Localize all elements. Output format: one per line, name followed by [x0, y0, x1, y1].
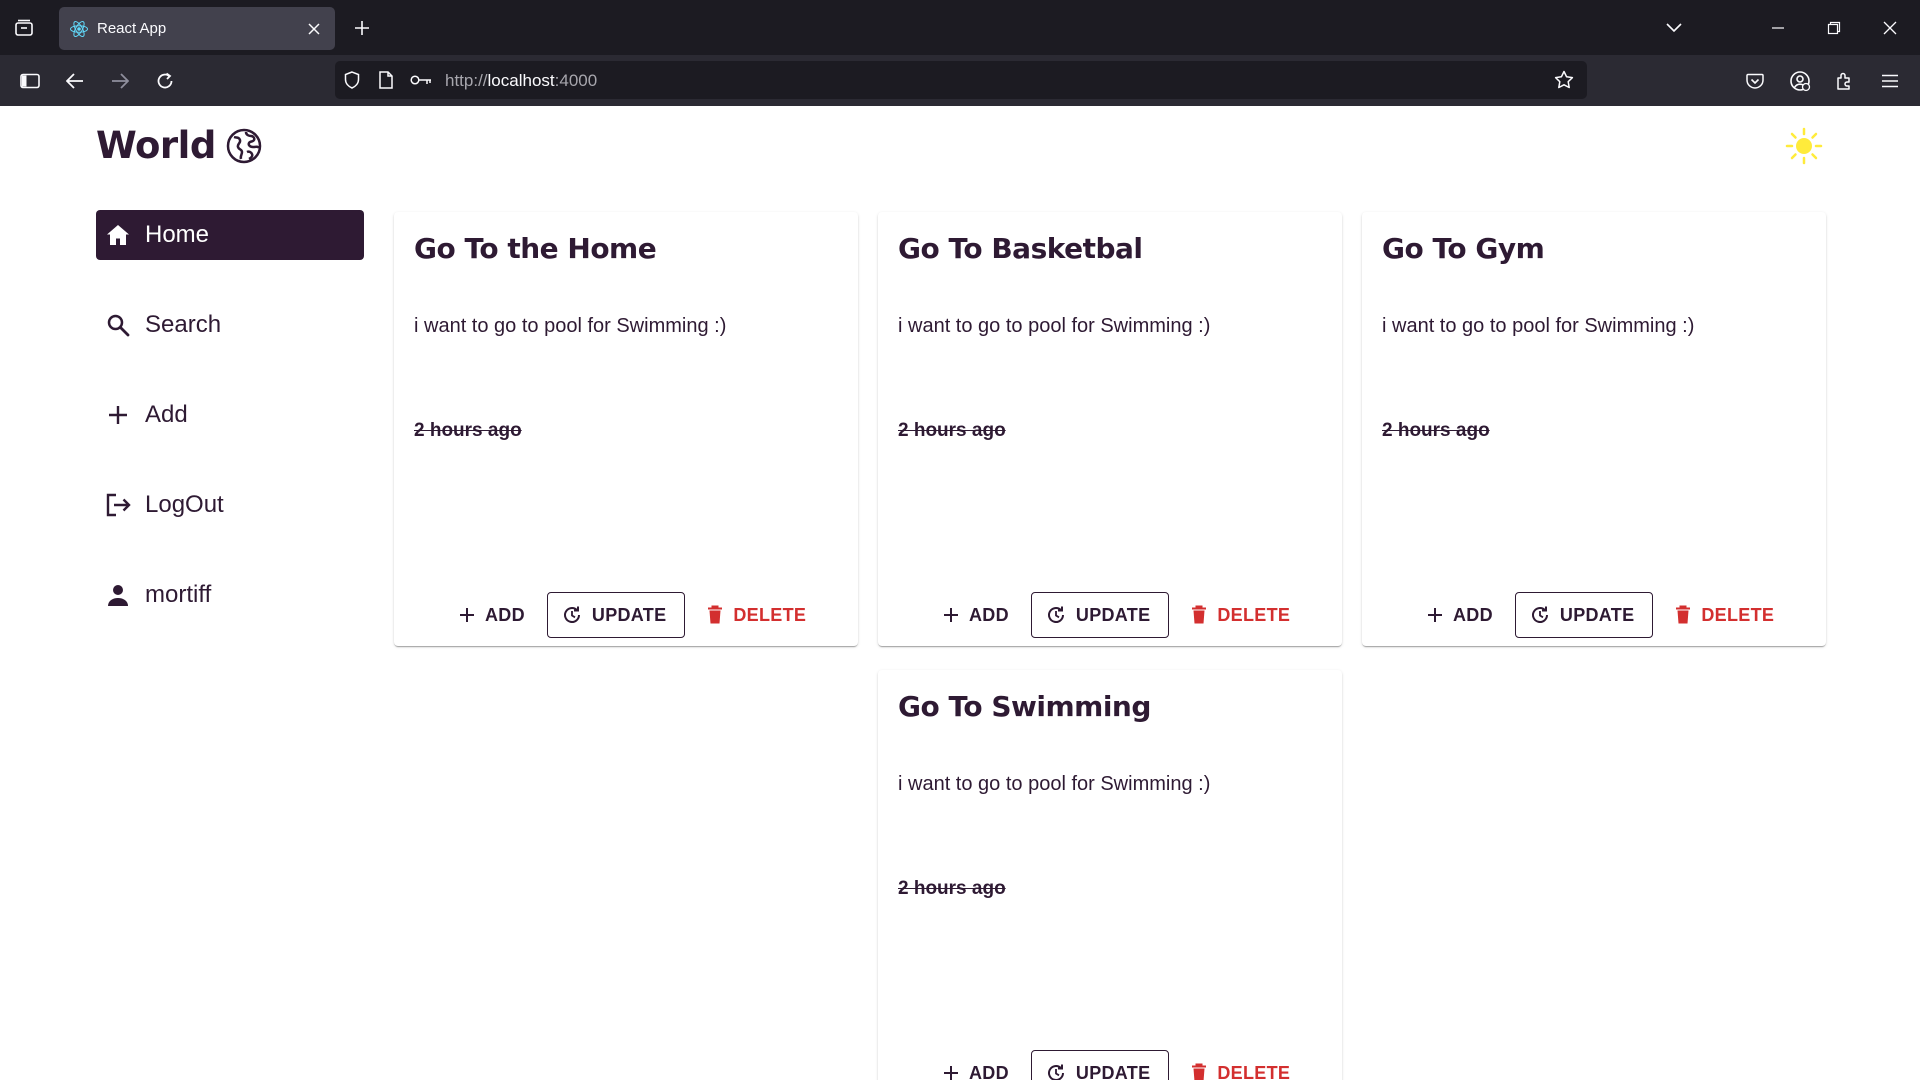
card-title: Go To Swimming [898, 690, 1151, 723]
sidebar-item-search[interactable]: Search [96, 300, 364, 350]
sidebar-item-logout[interactable]: LogOut [96, 480, 364, 530]
card-actions: ADD UPDATE DELETE [449, 592, 816, 638]
browser-tab[interactable]: React App [59, 7, 335, 50]
update-button[interactable]: UPDATE [1514, 592, 1654, 638]
card-actions: ADD UPDATE DELETE [1417, 592, 1784, 638]
globe-icon [226, 128, 262, 164]
user-icon [104, 581, 132, 609]
card-timestamp: 2 hours ago [898, 878, 1006, 899]
add-button[interactable]: ADD [1417, 592, 1503, 638]
update-icon [1046, 1063, 1066, 1080]
sidebar-item-profile[interactable]: mortiff [96, 570, 364, 620]
delete-button[interactable]: DELETE [697, 592, 816, 638]
card-title: Go To Gym [1382, 232, 1545, 265]
card-title: Go To the Home [414, 232, 657, 265]
card-timestamp: 2 hours ago [898, 420, 1006, 441]
new-tab-icon[interactable] [348, 14, 376, 42]
forward-arrow-icon[interactable] [105, 66, 135, 96]
update-button[interactable]: UPDATE [1030, 592, 1170, 638]
bookmark-star-icon[interactable] [1553, 69, 1575, 91]
add-button[interactable]: ADD [449, 592, 535, 638]
sidebar-item-label: Search [145, 311, 222, 338]
update-button[interactable]: UPDATE [546, 592, 686, 638]
update-button[interactable]: UPDATE [1030, 1050, 1170, 1080]
delete-button[interactable]: DELETE [1181, 592, 1300, 638]
sidebar-item-home[interactable]: Home [96, 210, 364, 260]
card-actions: ADD UPDATE DELETE [933, 1050, 1300, 1080]
card-timestamp: 2 hours ago [414, 420, 522, 441]
tab-title: React App [97, 20, 167, 37]
logo-text: World [96, 124, 216, 167]
close-window-icon[interactable] [1876, 14, 1904, 42]
plus-icon [459, 607, 475, 623]
delete-button[interactable]: DELETE [1665, 592, 1784, 638]
shield-icon[interactable] [341, 69, 363, 91]
plus-icon [943, 1065, 959, 1080]
sun-icon[interactable] [1784, 126, 1824, 166]
logo[interactable]: World [96, 124, 262, 167]
url-bar[interactable]: http://localhost:4000 [335, 61, 1587, 99]
trash-icon [1191, 605, 1207, 625]
add-button[interactable]: ADD [933, 592, 1019, 638]
task-card: Go To the Home i want to go to pool for … [394, 212, 858, 646]
logout-icon [104, 491, 132, 519]
app-page: World Home Search Add LogOut mortiff Go … [0, 106, 1920, 1080]
card-actions: ADD UPDATE DELETE [933, 592, 1300, 638]
key-icon[interactable] [410, 69, 432, 91]
update-icon [562, 605, 582, 625]
search-icon [104, 311, 132, 339]
task-card: Go To Basketbal i want to go to pool for… [878, 212, 1342, 646]
trash-icon [707, 605, 723, 625]
plus-icon [943, 607, 959, 623]
task-card: Go To Swimming i want to go to pool for … [878, 670, 1342, 1080]
reload-icon[interactable] [150, 66, 180, 96]
sidebar-item-label: LogOut [145, 491, 224, 518]
add-button[interactable]: ADD [933, 1050, 1019, 1080]
card-timestamp: 2 hours ago [1382, 420, 1490, 441]
trash-icon [1675, 605, 1691, 625]
plus-icon [1427, 607, 1443, 623]
extensions-icon[interactable] [1830, 66, 1860, 96]
sidebar-nav: Home Search Add LogOut mortiff [96, 210, 364, 660]
tab-list-icon[interactable] [10, 14, 38, 42]
card-description: i want to go to pool for Swimming :) [898, 773, 1211, 795]
react-logo-icon [69, 19, 89, 39]
update-icon [1530, 605, 1550, 625]
pocket-icon[interactable] [1740, 66, 1770, 96]
sidebar-item-add[interactable]: Add [96, 390, 364, 440]
hamburger-menu-icon[interactable] [1875, 66, 1905, 96]
card-description: i want to go to pool for Swimming :) [414, 315, 727, 337]
home-icon [104, 221, 132, 249]
account-icon[interactable] [1785, 66, 1815, 96]
close-tab-icon[interactable] [303, 18, 325, 40]
plus-icon [104, 401, 132, 429]
page-icon[interactable] [375, 69, 397, 91]
url-text[interactable]: http://localhost:4000 [445, 71, 597, 91]
delete-button[interactable]: DELETE [1181, 1050, 1300, 1080]
update-icon [1046, 605, 1066, 625]
task-card: Go To Gym i want to go to pool for Swimm… [1362, 212, 1826, 646]
restore-icon[interactable] [1820, 14, 1848, 42]
sidebar-item-label: mortiff [145, 581, 212, 608]
browser-toolbar: http://localhost:4000 [0, 55, 1920, 106]
browser-tab-bar: React App [0, 0, 1920, 55]
trash-icon [1191, 1063, 1207, 1080]
back-arrow-icon[interactable] [60, 66, 90, 96]
card-description: i want to go to pool for Swimming :) [898, 315, 1211, 337]
card-title: Go To Basketbal [898, 232, 1143, 265]
card-description: i want to go to pool for Swimming :) [1382, 315, 1695, 337]
sidebar-item-label: Add [145, 401, 188, 428]
sidebar-item-label: Home [145, 221, 210, 248]
tab-overflow-chevron-icon[interactable] [1660, 14, 1688, 42]
minimize-icon[interactable] [1764, 14, 1792, 42]
sidebar-toggle-icon[interactable] [15, 66, 45, 96]
